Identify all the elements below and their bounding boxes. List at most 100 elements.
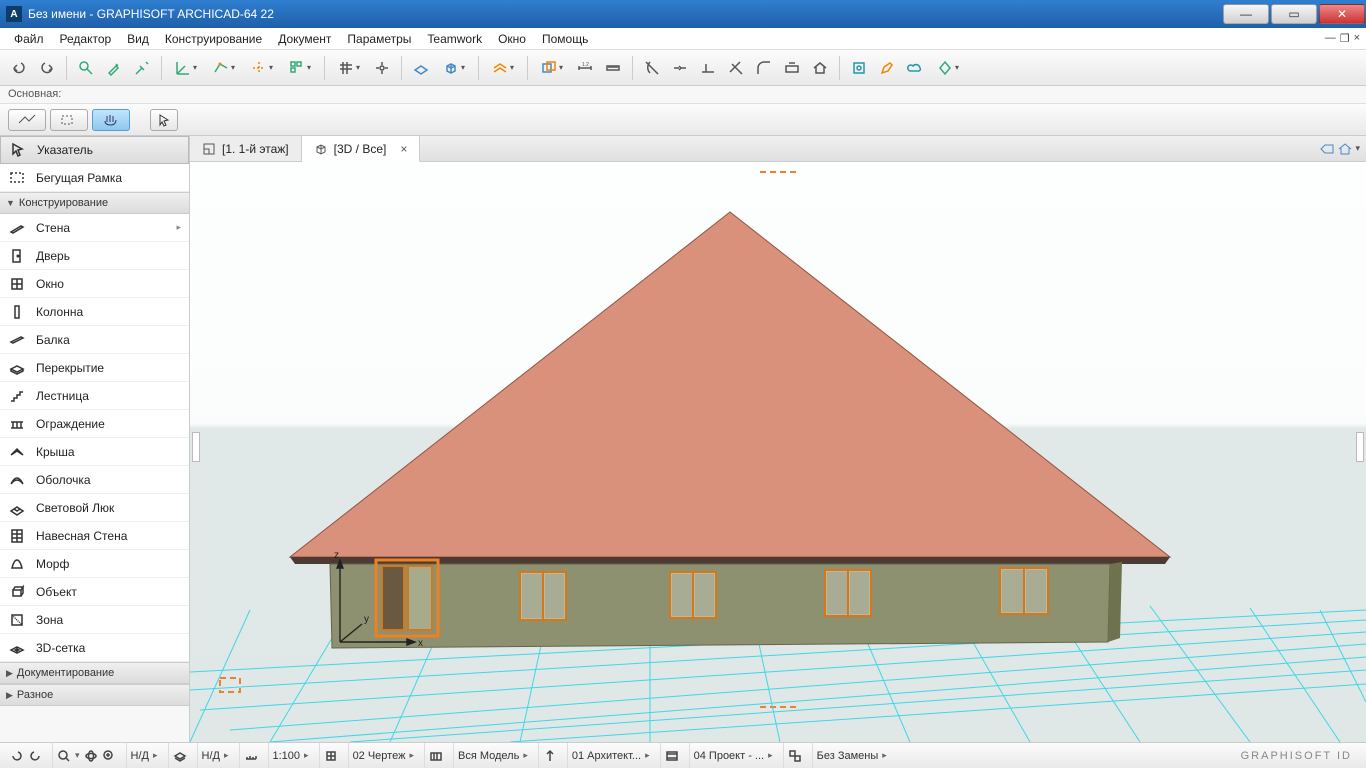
orbit-icon[interactable]: [84, 749, 98, 763]
layers-icon[interactable]: [173, 749, 187, 763]
undo-small-icon[interactable]: [10, 749, 24, 763]
status-scale[interactable]: 1:100: [268, 743, 313, 768]
right-handle[interactable]: [1356, 432, 1364, 462]
snap-point-button[interactable]: [206, 55, 242, 81]
ruler-button[interactable]: [600, 55, 626, 81]
inject-button[interactable]: [129, 55, 155, 81]
mode-pan-button[interactable]: [92, 109, 130, 131]
status-project[interactable]: 04 Проект - ...: [689, 743, 777, 768]
eyedropper-button[interactable]: [101, 55, 127, 81]
3d-viewport[interactable]: z x y: [190, 162, 1366, 742]
tool-skylight[interactable]: Световой Люк: [0, 494, 189, 522]
trace-button[interactable]: [534, 55, 570, 81]
maximize-button[interactable]: ▭: [1271, 4, 1317, 24]
tool-object[interactable]: Объект: [0, 578, 189, 606]
toolbox-section-design[interactable]: ▼ Конструирование: [0, 192, 189, 214]
tool-slab[interactable]: Перекрытие: [0, 354, 189, 382]
filter-icon[interactable]: [543, 749, 557, 763]
menu-design[interactable]: Конструирование: [157, 30, 270, 48]
toolbox-section-document[interactable]: ▶ Документирование: [0, 662, 189, 684]
cube-button[interactable]: [436, 55, 472, 81]
tool-beam[interactable]: Балка: [0, 326, 189, 354]
level-button[interactable]: [485, 55, 521, 81]
tab-close-icon[interactable]: ×: [400, 142, 407, 156]
tool-railing[interactable]: Ограждение: [0, 410, 189, 438]
menu-view[interactable]: Вид: [119, 30, 157, 48]
zoom-icon[interactable]: [57, 749, 71, 763]
tool-window[interactable]: Окно: [0, 270, 189, 298]
left-handle[interactable]: [192, 432, 200, 462]
guide-line-button[interactable]: [244, 55, 280, 81]
mode-arrow-button[interactable]: [150, 109, 178, 131]
toolbox-section-misc[interactable]: ▶ Разное: [0, 684, 189, 706]
redo-button[interactable]: [34, 55, 60, 81]
scale-icon[interactable]: [244, 749, 258, 763]
menu-teamwork[interactable]: Teamwork: [419, 30, 490, 48]
minimize-button[interactable]: —: [1223, 4, 1269, 24]
status-nd2[interactable]: Н/Д: [197, 743, 233, 768]
dim-button[interactable]: 1.2: [572, 55, 598, 81]
mode-select-button[interactable]: [50, 109, 88, 131]
snap-grid-button[interactable]: [282, 55, 318, 81]
redo-small-icon[interactable]: [28, 749, 42, 763]
status-nd1[interactable]: Н/Д: [126, 743, 162, 768]
tool-mesh[interactable]: 3D-сетка: [0, 634, 189, 662]
fillet-button[interactable]: [751, 55, 777, 81]
pick-button[interactable]: [73, 55, 99, 81]
menu-help[interactable]: Помощь: [534, 30, 596, 48]
adjust-button[interactable]: [695, 55, 721, 81]
mdi-close-icon[interactable]: ×: [1354, 32, 1360, 45]
film-icon[interactable]: [665, 749, 679, 763]
menu-file[interactable]: Файл: [6, 30, 52, 48]
tool-shell[interactable]: Оболочка: [0, 466, 189, 494]
menu-document[interactable]: Документ: [270, 30, 339, 48]
menu-window[interactable]: Окно: [490, 30, 534, 48]
tab-floorplan[interactable]: [1. 1-й этаж]: [190, 136, 302, 161]
tool-curtainwall[interactable]: Навесная Стена: [0, 522, 189, 550]
status-model[interactable]: Вся Модель: [453, 743, 532, 768]
tool-pointer[interactable]: Указатель: [0, 136, 189, 164]
cloud-button[interactable]: [902, 55, 928, 81]
pen-icon[interactable]: [324, 749, 338, 763]
navigator-icon[interactable]: [1319, 141, 1335, 157]
fit-icon[interactable]: [102, 749, 116, 763]
close-button[interactable]: ✕: [1319, 4, 1365, 24]
diamond-button[interactable]: [930, 55, 966, 81]
menu-options[interactable]: Параметры: [339, 30, 419, 48]
tool-stair[interactable]: Лестница: [0, 382, 189, 410]
status-replace[interactable]: Без Замены: [812, 743, 891, 768]
menu-editor[interactable]: Редактор: [52, 30, 120, 48]
trim-button[interactable]: [639, 55, 665, 81]
replace-icon[interactable]: [788, 749, 802, 763]
split-button[interactable]: [667, 55, 693, 81]
tool-roof[interactable]: Крыша: [0, 438, 189, 466]
tab-3d[interactable]: [3D / Все] ×: [302, 136, 421, 162]
dropdown-icon[interactable]: ▾: [1355, 143, 1360, 154]
tool-marquee[interactable]: Бегущая Рамка: [0, 164, 189, 192]
intersect-button[interactable]: [723, 55, 749, 81]
edit-button[interactable]: [874, 55, 900, 81]
tool-column[interactable]: Колонна: [0, 298, 189, 326]
resize-button[interactable]: [779, 55, 805, 81]
status-drawing[interactable]: 02 Чертеж: [348, 743, 418, 768]
undo-button[interactable]: [6, 55, 32, 81]
tool-morph[interactable]: Морф: [0, 550, 189, 578]
home-icon[interactable]: [1337, 141, 1353, 157]
tool-wall[interactable]: Стена▸: [0, 214, 189, 242]
cube-icon: [314, 142, 328, 156]
origin-button[interactable]: [369, 55, 395, 81]
mdi-minimize-icon[interactable]: —: [1325, 32, 1336, 45]
tool-door[interactable]: Дверь: [0, 242, 189, 270]
guide-angle-button[interactable]: [168, 55, 204, 81]
bim-button[interactable]: [846, 55, 872, 81]
tool-zone[interactable]: Зона: [0, 606, 189, 634]
status-arch[interactable]: 01 Архитект...: [567, 743, 654, 768]
mode-orbit-button[interactable]: [8, 109, 46, 131]
model-icon[interactable]: [429, 749, 443, 763]
grid-button[interactable]: [331, 55, 367, 81]
zoom-dropdown-icon[interactable]: ▾: [75, 750, 80, 761]
plane-button[interactable]: [408, 55, 434, 81]
home-button[interactable]: [807, 55, 833, 81]
chevron-right-icon: ▸: [176, 222, 181, 233]
mdi-restore-icon[interactable]: ❐: [1340, 32, 1350, 45]
